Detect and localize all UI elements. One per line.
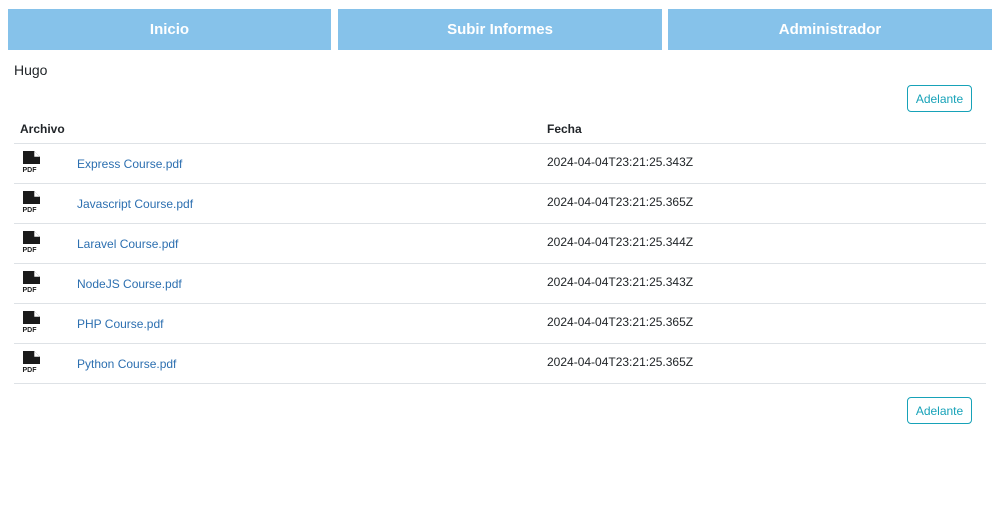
pdf-icon: PDF: [23, 271, 40, 294]
next-page-button-top[interactable]: Adelante: [907, 85, 972, 112]
svg-text:PDF: PDF: [23, 287, 38, 294]
file-date: 2024-04-04T23:21:25.365Z: [547, 355, 694, 369]
file-date: 2024-04-04T23:21:25.365Z: [547, 195, 694, 209]
table-row: PDF PHP Course.pdf 2024-04-04T23:21:25.3…: [14, 304, 986, 344]
svg-text:PDF: PDF: [23, 367, 38, 374]
column-header-file: Archivo: [20, 122, 65, 136]
table-row: PDF Python Course.pdf 2024-04-04T23:21:2…: [14, 344, 986, 384]
table-row: PDF Laravel Course.pdf 2024-04-04T23:21:…: [14, 224, 986, 264]
file-link[interactable]: Laravel Course.pdf: [77, 237, 178, 251]
file-date: 2024-04-04T23:21:25.344Z: [547, 235, 694, 249]
nav-tab-inicio[interactable]: Inicio: [8, 9, 331, 50]
next-page-button-bottom[interactable]: Adelante: [907, 397, 972, 424]
pdf-icon: PDF: [23, 231, 40, 254]
svg-text:PDF: PDF: [23, 167, 38, 174]
column-header-date: Fecha: [547, 122, 582, 136]
table-body: PDF Express Course.pdf 2024-04-04T23:21:…: [14, 144, 986, 384]
files-table: Archivo Fecha PDF Express Course.pdf 202…: [14, 113, 986, 384]
file-date: 2024-04-04T23:21:25.343Z: [547, 275, 694, 289]
user-name: Hugo: [14, 62, 48, 78]
nav-tab-subir-informes[interactable]: Subir Informes: [338, 9, 662, 50]
svg-text:PDF: PDF: [23, 207, 38, 214]
nav-tab-administrador[interactable]: Administrador: [668, 9, 992, 50]
pdf-icon: PDF: [23, 311, 40, 334]
table-row: PDF NodeJS Course.pdf 2024-04-04T23:21:2…: [14, 264, 986, 304]
file-link[interactable]: PHP Course.pdf: [77, 317, 164, 331]
file-link[interactable]: Express Course.pdf: [77, 157, 182, 171]
table-row: PDF Express Course.pdf 2024-04-04T23:21:…: [14, 144, 986, 184]
top-nav: Inicio Subir Informes Administrador: [0, 0, 1001, 52]
svg-text:PDF: PDF: [23, 247, 38, 254]
pdf-icon: PDF: [23, 191, 40, 214]
table-row: PDF Javascript Course.pdf 2024-04-04T23:…: [14, 184, 986, 224]
file-link[interactable]: Python Course.pdf: [77, 357, 176, 371]
file-date: 2024-04-04T23:21:25.343Z: [547, 155, 694, 169]
pdf-icon: PDF: [23, 351, 40, 374]
table-header: Archivo Fecha: [14, 113, 986, 144]
svg-text:PDF: PDF: [23, 327, 38, 334]
file-date: 2024-04-04T23:21:25.365Z: [547, 315, 694, 329]
pdf-icon: PDF: [23, 151, 40, 174]
file-link[interactable]: Javascript Course.pdf: [77, 197, 193, 211]
file-link[interactable]: NodeJS Course.pdf: [77, 277, 182, 291]
